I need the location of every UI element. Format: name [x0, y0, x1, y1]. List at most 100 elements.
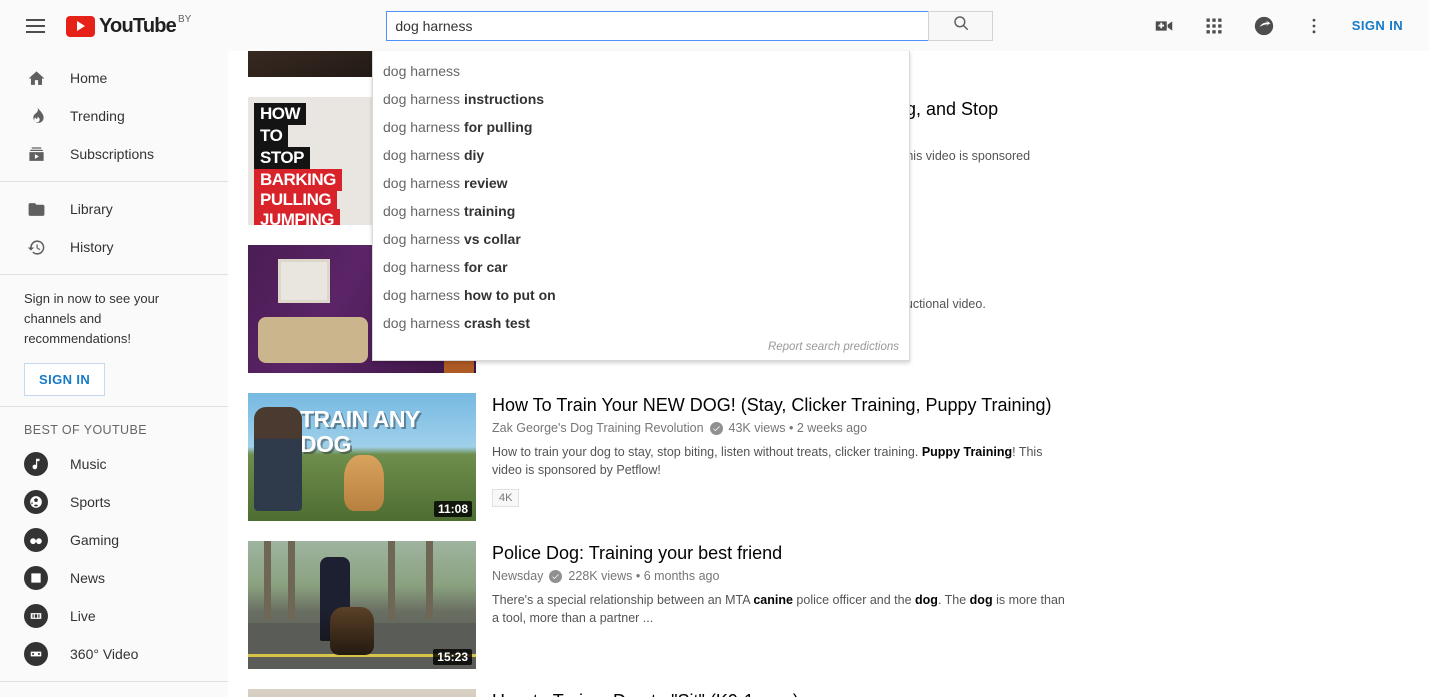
suggestion-item[interactable]: dog harness how to put on: [373, 281, 909, 309]
sidebar-best-of-group: BEST OF YOUTUBE Music Sports Gaming: [0, 407, 228, 681]
gaming-controller-icon: [24, 528, 48, 552]
suggestion-item[interactable]: dog harness diy: [373, 141, 909, 169]
sidebar-section-header: BEST OF YOUTUBE: [0, 411, 228, 445]
header-left: YouTube BY: [0, 9, 228, 43]
sidebar-item-subscriptions[interactable]: Subscriptions: [0, 135, 228, 173]
sidebar-item-history[interactable]: History: [0, 228, 228, 266]
thumb-dog-graphic: [344, 455, 384, 511]
sidebar-item-library[interactable]: Library: [0, 190, 228, 228]
suggestion-item[interactable]: dog harness vs collar: [373, 225, 909, 253]
upload-age: 2 weeks ago: [797, 421, 867, 435]
suggestion-item[interactable]: dog harness: [373, 57, 909, 85]
desc-part: police officer and the: [793, 593, 915, 607]
search-icon: [952, 14, 970, 37]
hamburger-menu-icon[interactable]: [18, 9, 52, 43]
video-badges: 4K: [492, 488, 1429, 507]
youtube-search-page: HOW TO STOP BARKING PULLING JUMPING ing,…: [0, 0, 1429, 697]
suggestion-prefix: dog harness: [383, 119, 464, 135]
suggestion-item[interactable]: dog harness instructions: [373, 85, 909, 113]
folder-icon: [24, 197, 48, 221]
video-meta: How To Train Your NEW DOG! (Stay, Clicke…: [476, 393, 1429, 507]
suggestion-item[interactable]: dog harness for car: [373, 253, 909, 281]
sidebar-signin-promo: Sign in now to see your channels and rec…: [0, 275, 228, 406]
apps-grid-icon[interactable]: [1202, 14, 1226, 38]
sidebar-item-home[interactable]: Home: [0, 59, 228, 97]
sidebar-item-label: Home: [70, 70, 107, 86]
search-suggestions-dropdown[interactable]: dog harness dog harness instructions dog…: [372, 51, 910, 361]
report-search-predictions-link[interactable]: Report search predictions: [373, 337, 909, 360]
verified-badge-icon: [710, 422, 723, 435]
suggestion-completion: how to put on: [464, 287, 556, 303]
search-button[interactable]: [928, 11, 993, 41]
header-signin-link[interactable]: SIGN IN: [1352, 18, 1403, 33]
sidebar-item-label: 360° Video: [70, 646, 138, 662]
thumb-text-line: PULLING: [254, 189, 337, 211]
video-title[interactable]: How to Train a Dog to "Sit" (K9-1.com): [492, 689, 1429, 697]
thumb-tree-graphic: [288, 541, 295, 619]
suggestion-item[interactable]: dog harness training: [373, 197, 909, 225]
view-count: 228K views: [568, 569, 632, 583]
desc-highlight: canine: [753, 593, 793, 607]
vr-360-icon: [24, 642, 48, 666]
suggestion-item[interactable]: dog harness crash test: [373, 309, 909, 337]
channel-name[interactable]: Newsday: [492, 569, 543, 583]
desc-part: How to train your dog to stay, stop biti…: [492, 445, 922, 459]
thumb-text-line: TO: [254, 125, 288, 147]
sidebar-item-label: Music: [70, 456, 107, 472]
left-sidebar[interactable]: Home Trending Subscriptions Li: [0, 51, 228, 697]
desc-highlight: dog: [915, 593, 938, 607]
sidebar-item-sports[interactable]: Sports: [0, 483, 228, 521]
thumb-overlay-title: TRAIN ANY DOG: [300, 407, 476, 457]
suggestion-prefix: dog harness: [383, 231, 464, 247]
search-result-item[interactable]: Phase 1 Stability How to Train a Dog to …: [228, 679, 1429, 697]
search-bar[interactable]: [386, 11, 993, 41]
more-vertical-icon[interactable]: [1302, 14, 1326, 38]
video-description: There's a special relationship between a…: [492, 591, 1072, 627]
thumb-text-line: JUMPING: [254, 209, 340, 225]
video-meta: Police Dog: Training your best friend Ne…: [476, 541, 1429, 627]
video-thumbnail[interactable]: Phase 1 Stability: [248, 689, 476, 697]
upload-video-icon[interactable]: [1152, 14, 1176, 38]
video-title[interactable]: How To Train Your NEW DOG! (Stay, Clicke…: [492, 393, 1429, 417]
sidebar-item-news[interactable]: News: [0, 559, 228, 597]
sidebar-library-group: Library History: [0, 182, 228, 274]
video-stats: Newsday 228K views • 6 months ago: [492, 569, 1429, 583]
sidebar-item-live[interactable]: Live: [0, 597, 228, 635]
upload-age: 6 months ago: [644, 569, 720, 583]
video-meta: How to Train a Dog to "Sit" (K9-1.com): [476, 689, 1429, 697]
channel-name[interactable]: Zak George's Dog Training Revolution: [492, 421, 704, 435]
thumb-tree-graphic: [388, 541, 395, 619]
sidebar-primary-group: Home Trending Subscriptions: [0, 51, 228, 181]
suggestion-prefix: dog harness: [383, 203, 464, 219]
search-result-item[interactable]: TRAIN ANY DOG 11:08 How To Train Your NE…: [228, 383, 1429, 531]
search-result-item[interactable]: 15:23 Police Dog: Training your best fri…: [228, 531, 1429, 679]
music-note-icon: [24, 452, 48, 476]
suggestion-completion: vs collar: [464, 231, 521, 247]
sidebar-item-trending[interactable]: Trending: [0, 97, 228, 135]
thumb-picture-graphic: [278, 259, 330, 303]
suggestion-prefix: dog harness: [383, 259, 464, 275]
video-description: How to train your dog to stay, stop biti…: [492, 443, 1062, 479]
suggestion-prefix: dog harness: [383, 147, 464, 163]
sidebar-item-360-video[interactable]: 360° Video: [0, 635, 228, 673]
desc-part: . The: [938, 593, 970, 607]
desc-highlight: dog: [970, 593, 993, 607]
suggestion-prefix: dog harness: [383, 63, 460, 79]
sidebar-signin-button[interactable]: SIGN IN: [24, 363, 105, 396]
desc-highlight: Puppy Training: [922, 445, 1012, 459]
sidebar-item-label: Subscriptions: [70, 146, 154, 162]
video-thumbnail[interactable]: 15:23: [248, 541, 476, 669]
sidebar-item-gaming[interactable]: Gaming: [0, 521, 228, 559]
sidebar-item-label: Sports: [70, 494, 110, 510]
feedback-icon[interactable]: [1252, 14, 1276, 38]
video-thumbnail[interactable]: TRAIN ANY DOG 11:08: [248, 393, 476, 521]
youtube-logo[interactable]: YouTube BY: [66, 14, 191, 38]
logo-text: YouTube: [99, 14, 176, 38]
suggestion-item[interactable]: dog harness review: [373, 169, 909, 197]
search-input[interactable]: [386, 11, 928, 41]
video-title[interactable]: Police Dog: Training your best friend: [492, 541, 1429, 565]
sidebar-item-music[interactable]: Music: [0, 445, 228, 483]
suggestion-prefix: dog harness: [383, 91, 464, 107]
suggestion-item[interactable]: dog harness for pulling: [373, 113, 909, 141]
video-duration: 15:23: [433, 649, 472, 665]
